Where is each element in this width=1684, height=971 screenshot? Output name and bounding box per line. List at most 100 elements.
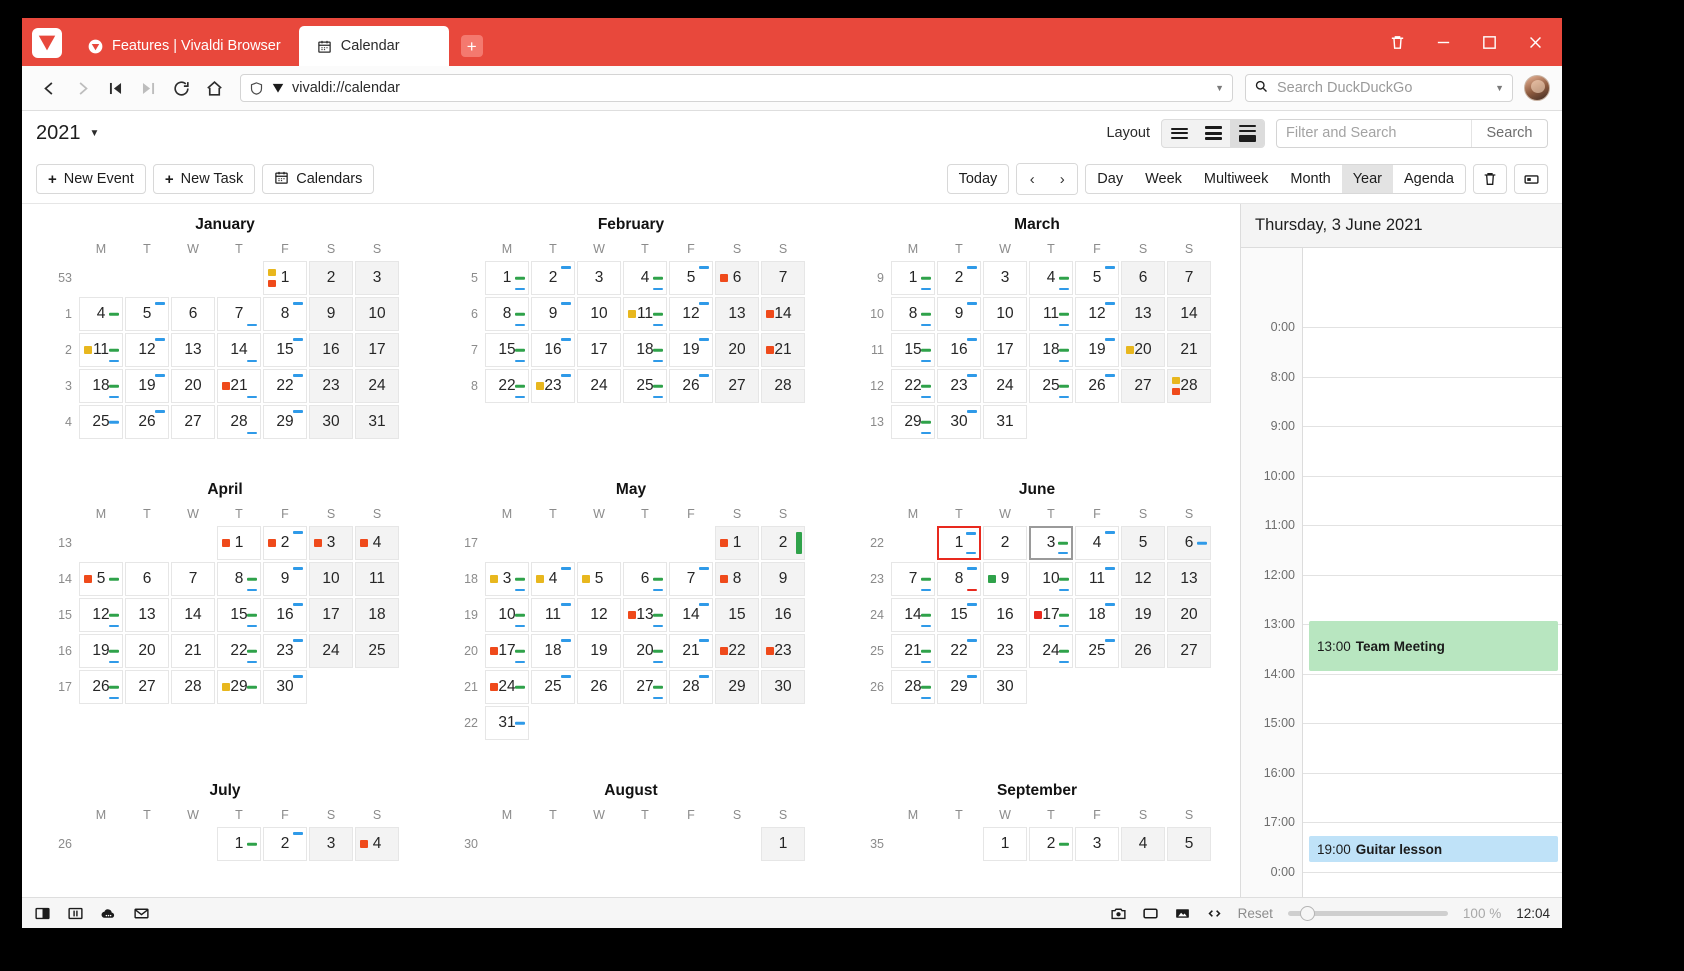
day-cell[interactable]: 6: [125, 562, 169, 596]
tab-calendar[interactable]: Calendar: [298, 26, 449, 66]
day-cell[interactable]: 18: [1029, 333, 1073, 367]
day-cell[interactable]: 6: [623, 562, 667, 596]
day-cell[interactable]: 1: [485, 261, 529, 295]
day-cell[interactable]: 11: [531, 598, 575, 632]
prev-period-button[interactable]: ‹: [1017, 164, 1048, 194]
day-cell[interactable]: 4: [1075, 526, 1119, 560]
day-cell[interactable]: 6: [1167, 526, 1211, 560]
day-cell[interactable]: 1: [263, 261, 307, 295]
day-cell[interactable]: 18: [355, 598, 399, 632]
day-cell[interactable]: 10: [983, 297, 1027, 331]
panel-toggle-icon[interactable]: [34, 905, 51, 922]
day-cell[interactable]: 21: [217, 369, 261, 403]
day-cell[interactable]: 3: [485, 562, 529, 596]
day-cell[interactable]: 12: [1075, 297, 1119, 331]
day-cell[interactable]: 20: [171, 369, 215, 403]
day-cell[interactable]: 20: [1167, 598, 1211, 632]
day-cell[interactable]: 11: [1075, 562, 1119, 596]
back-icon[interactable]: [34, 73, 65, 104]
day-cell[interactable]: 22: [263, 369, 307, 403]
day-cell[interactable]: 8: [937, 562, 981, 596]
view-multiweek-button[interactable]: Multiweek: [1193, 165, 1279, 193]
day-cell[interactable]: 21: [669, 634, 713, 668]
delete-button[interactable]: [1473, 164, 1507, 194]
day-cell[interactable]: 12: [669, 297, 713, 331]
day-cell[interactable]: 28: [669, 670, 713, 704]
day-cell[interactable]: 23: [263, 634, 307, 668]
day-cell[interactable]: 21: [891, 634, 935, 668]
day-cell[interactable]: 15: [217, 598, 261, 632]
day-cell[interactable]: 21: [171, 634, 215, 668]
day-cell[interactable]: 19: [577, 634, 621, 668]
day-cell[interactable]: 27: [715, 369, 759, 403]
reload-icon[interactable]: [166, 73, 197, 104]
year-selector[interactable]: 2021 ▼: [36, 122, 99, 145]
day-cell[interactable]: 5: [1075, 261, 1119, 295]
day-cell[interactable]: 11: [79, 333, 123, 367]
day-cell[interactable]: 26: [79, 670, 123, 704]
day-cell[interactable]: 24: [355, 369, 399, 403]
day-cell[interactable]: 23: [937, 369, 981, 403]
day-cell[interactable]: 26: [125, 405, 169, 439]
day-cell[interactable]: 3: [309, 526, 353, 560]
day-cell[interactable]: 7: [669, 562, 713, 596]
day-cell[interactable]: 31: [983, 405, 1027, 439]
day-cell[interactable]: 20: [1121, 333, 1165, 367]
day-cell[interactable]: 6: [171, 297, 215, 331]
trash-icon[interactable]: [1374, 19, 1420, 65]
day-cell[interactable]: 31: [485, 706, 529, 740]
day-cell[interactable]: 29: [891, 405, 935, 439]
day-cell[interactable]: 28: [217, 405, 261, 439]
day-cell[interactable]: 24: [309, 634, 353, 668]
day-cell[interactable]: 25: [79, 405, 123, 439]
day-cell[interactable]: 8: [715, 562, 759, 596]
day-cell[interactable]: 2: [937, 261, 981, 295]
day-cell[interactable]: 11: [1029, 297, 1073, 331]
day-cell[interactable]: 18: [1075, 598, 1119, 632]
day-cell[interactable]: 25: [355, 634, 399, 668]
day-cell[interactable]: 12: [79, 598, 123, 632]
zoom-slider[interactable]: [1287, 905, 1448, 921]
day-cell[interactable]: 22: [937, 634, 981, 668]
tiling-icon[interactable]: [1142, 905, 1159, 922]
day-cell[interactable]: 16: [263, 598, 307, 632]
day-cell[interactable]: 16: [531, 333, 575, 367]
day-cell[interactable]: 25: [1075, 634, 1119, 668]
day-cell[interactable]: 18: [531, 634, 575, 668]
day-cell[interactable]: 19: [1075, 333, 1119, 367]
day-cell[interactable]: 20: [715, 333, 759, 367]
day-cell[interactable]: 1: [891, 261, 935, 295]
day-cell[interactable]: 18: [79, 369, 123, 403]
day-cell[interactable]: 8: [891, 297, 935, 331]
day-cell[interactable]: 29: [217, 670, 261, 704]
day-cell[interactable]: 3: [355, 261, 399, 295]
new-event-button[interactable]: + New Event: [36, 164, 146, 194]
day-cell[interactable]: 26: [1075, 369, 1119, 403]
day-cell[interactable]: 12: [577, 598, 621, 632]
day-cell[interactable]: 10: [1029, 562, 1073, 596]
day-cell[interactable]: 27: [623, 670, 667, 704]
forward-icon[interactable]: [67, 73, 98, 104]
day-cell[interactable]: 24: [983, 369, 1027, 403]
day-cell[interactable]: 21: [1167, 333, 1211, 367]
day-cell[interactable]: 28: [171, 670, 215, 704]
fastforward-icon[interactable]: [133, 73, 164, 104]
day-cell[interactable]: 30: [309, 405, 353, 439]
day-cell[interactable]: 22: [217, 634, 261, 668]
day-cell[interactable]: 10: [485, 598, 529, 632]
day-cell[interactable]: 9: [761, 562, 805, 596]
day-cell[interactable]: 21: [761, 333, 805, 367]
day-cell[interactable]: 30: [263, 670, 307, 704]
day-cell[interactable]: 17: [1029, 598, 1073, 632]
day-cell[interactable]: 4: [355, 526, 399, 560]
day-cell[interactable]: 19: [1121, 598, 1165, 632]
day-cell[interactable]: 1: [761, 827, 805, 861]
day-cell[interactable]: 16: [309, 333, 353, 367]
day-cell[interactable]: 3: [309, 827, 353, 861]
day-cell[interactable]: 2: [263, 526, 307, 560]
day-cell[interactable]: 28: [1167, 369, 1211, 403]
layout-medium-button[interactable]: [1196, 120, 1230, 147]
next-period-button[interactable]: ›: [1047, 164, 1078, 194]
day-cell[interactable]: 2: [1029, 827, 1073, 861]
day-cell[interactable]: 18: [623, 333, 667, 367]
